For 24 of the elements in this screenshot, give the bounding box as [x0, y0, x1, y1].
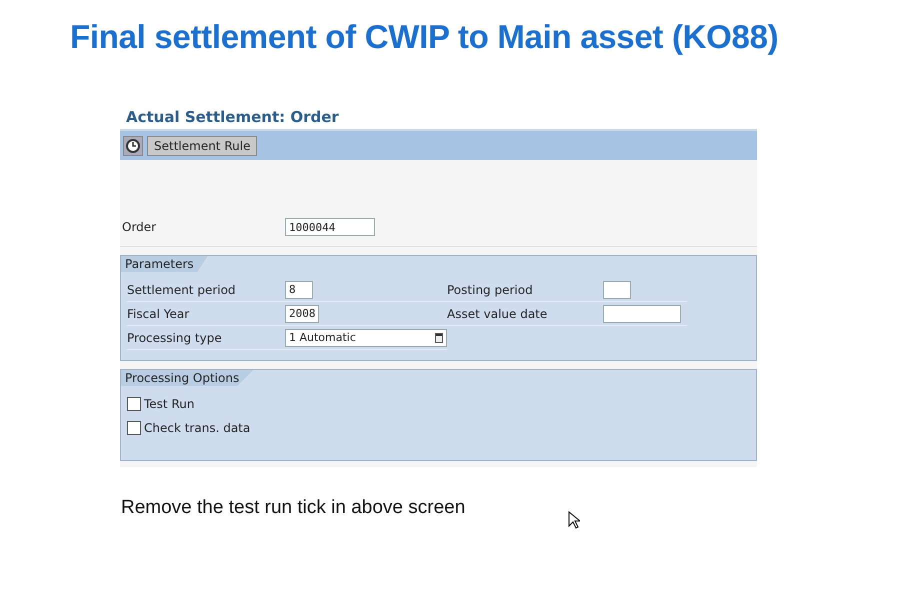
dropdown-field[interactable]: 1 Automatic — [285, 328, 447, 346]
input-field[interactable] — [603, 280, 631, 298]
order-label: Order — [122, 220, 158, 234]
field-label: Settlement period — [127, 282, 237, 296]
checkbox-label: Test Run — [144, 397, 194, 411]
field-label: Processing type — [127, 330, 223, 344]
checkbox[interactable] — [127, 421, 141, 435]
caption: Remove the test run tick in above screen — [121, 497, 466, 519]
checkbox-label: Check trans. data — [144, 421, 250, 435]
mouse-pointer-icon — [568, 511, 580, 529]
settlement-rule-button[interactable]: Settlement Rule — [147, 136, 258, 156]
list-icon[interactable] — [435, 332, 443, 342]
screen-title: Actual Settlement: Order — [120, 104, 757, 129]
checkbox[interactable] — [127, 397, 141, 411]
order-field[interactable]: 1000044 — [285, 218, 375, 236]
input-field[interactable]: 8 — [285, 280, 313, 298]
slide-title: Final settlement of CWIP to Main asset (KO88) — [69, 17, 780, 56]
field-label: Asset value date — [447, 306, 548, 320]
input-field[interactable] — [603, 304, 681, 322]
field-label: Posting period — [447, 282, 534, 296]
group-title: Processing Options — [121, 370, 254, 386]
input-field[interactable]: 2008 — [285, 304, 319, 322]
field-label: Fiscal Year — [127, 306, 190, 320]
group-title: Parameters — [121, 256, 208, 272]
